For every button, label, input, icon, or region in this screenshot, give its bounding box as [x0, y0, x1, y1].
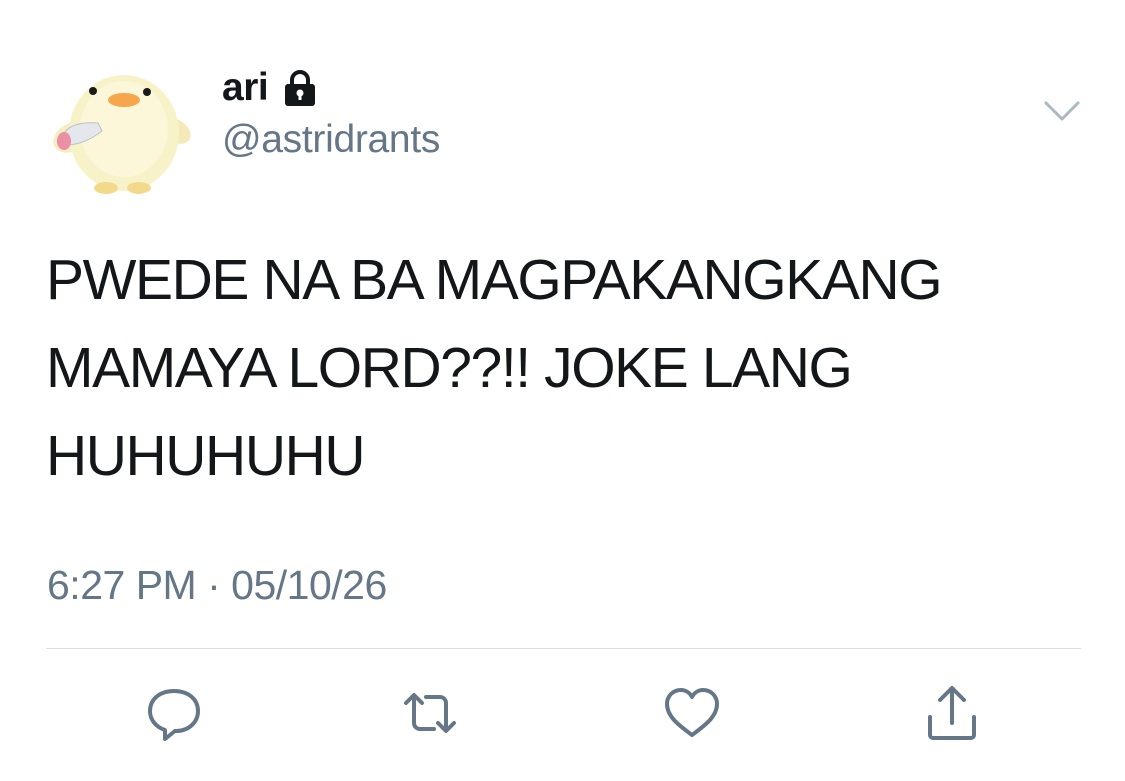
more-options-button[interactable]	[1040, 95, 1084, 131]
share-button[interactable]	[922, 683, 982, 743]
chick-avatar-image	[44, 45, 196, 197]
share-icon	[928, 686, 976, 740]
tweet-text: PWEDE NA BA MAGPAKANGKANG MAMAYA LORD??!…	[46, 248, 943, 488]
reply-button[interactable]	[144, 683, 204, 743]
meta-separator: ·	[207, 562, 221, 608]
avatar[interactable]	[44, 45, 196, 197]
chevron-down-icon	[1044, 101, 1080, 121]
tweet-timestamp[interactable]: 6:27 PM · 05/10/26	[47, 562, 387, 609]
heart-icon	[665, 688, 719, 737]
tweet-detail: ari @astridrants PWEDE NA BA MAGPAKANGKA…	[0, 0, 1125, 781]
reply-icon	[148, 689, 200, 741]
user-handle[interactable]: @astridrants	[222, 118, 440, 162]
like-button[interactable]	[662, 683, 722, 743]
retweet-button[interactable]	[400, 683, 460, 743]
divider	[46, 648, 1081, 649]
display-name[interactable]: ari	[222, 66, 269, 110]
retweet-icon	[404, 693, 456, 733]
user-name-row: ari	[222, 66, 320, 110]
tweet-date: 05/10/26	[231, 562, 387, 608]
lock-icon	[285, 70, 316, 106]
tweet-time: 6:27 PM	[47, 562, 197, 608]
